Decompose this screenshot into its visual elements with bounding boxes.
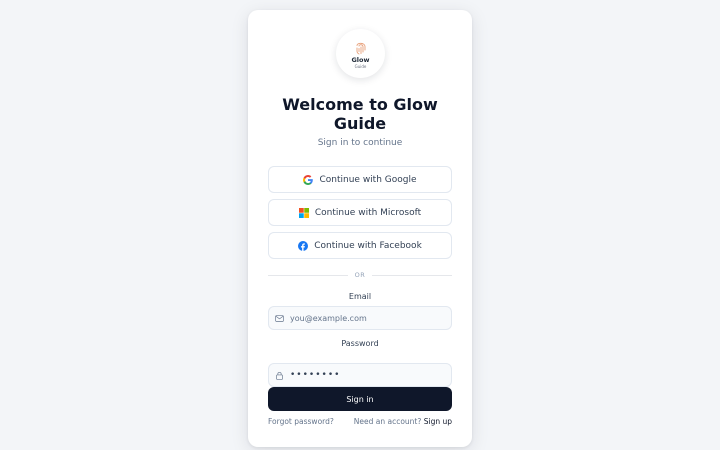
or-divider: OR <box>268 270 452 280</box>
email-input[interactable] <box>290 313 440 323</box>
microsoft-icon <box>298 207 309 218</box>
divider-text: OR <box>354 271 366 279</box>
mail-icon <box>275 314 284 322</box>
password-input[interactable] <box>290 370 440 380</box>
password-field-wrapper[interactable] <box>268 363 452 387</box>
forgot-password-link[interactable]: Forgot password? <box>268 417 334 426</box>
facebook-signin-label: Continue with Facebook <box>314 240 422 251</box>
password-label: Password <box>341 339 379 348</box>
need-account-text: Need an account? <box>353 417 422 426</box>
microsoft-signin-label: Continue with Microsoft <box>314 207 422 218</box>
google-signin-label: Continue with Google <box>319 174 417 185</box>
facebook-icon <box>298 240 309 251</box>
google-signin-button[interactable]: Continue with Google <box>268 166 452 193</box>
email-field-wrapper[interactable] <box>268 306 452 330</box>
lock-icon <box>276 371 283 380</box>
sign-in-button[interactable]: Sign in <box>268 387 452 411</box>
microsoft-signin-button[interactable]: Continue with Microsoft <box>268 199 452 226</box>
logo-title: Glow <box>351 55 370 64</box>
logo-subtitle: Guide <box>354 63 367 69</box>
app-logo: Glow Guide <box>336 29 385 78</box>
page-subtitle: Sign in to continue <box>317 138 403 148</box>
signup-prompt: Need an account? Sign up <box>354 417 452 426</box>
sign-in-label: Sign in <box>346 394 374 404</box>
facebook-signin-button[interactable]: Continue with Facebook <box>268 232 452 259</box>
email-label: Email <box>348 292 372 301</box>
google-icon <box>303 174 314 185</box>
page-title: Welcome to Glow Guide <box>282 95 438 133</box>
fingerprint-icon <box>356 42 365 54</box>
auth-footer: Forgot password? Need an account? Sign u… <box>268 417 452 426</box>
login-card: Glow Guide Welcome to Glow Guide Sign in… <box>248 10 472 447</box>
sign-up-link[interactable]: Sign up <box>424 417 452 426</box>
